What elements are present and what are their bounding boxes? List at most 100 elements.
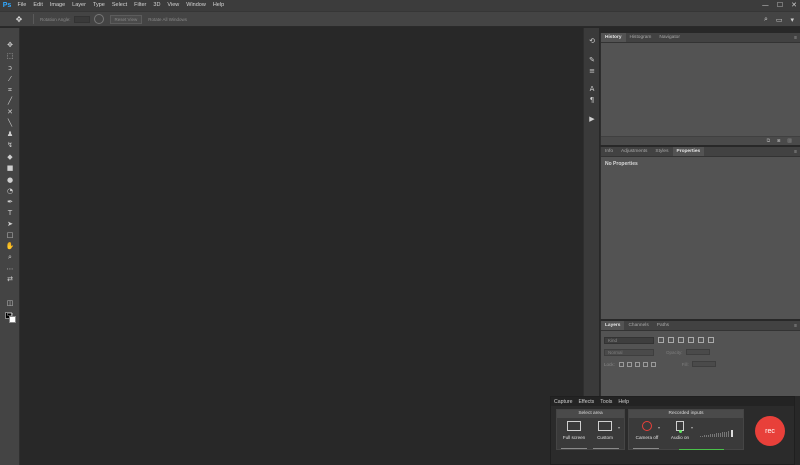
window-controls: — ☐ ✕: [762, 0, 797, 11]
rotate-all-windows-checkbox[interactable]: Rotate All Windows: [148, 17, 187, 22]
chevron-down-icon[interactable]: ▾: [790, 16, 794, 24]
type-tool-icon[interactable]: T: [4, 208, 16, 218]
tab-paths[interactable]: Paths: [653, 321, 673, 330]
trash-icon[interactable]: ▥: [787, 138, 792, 144]
menu-help[interactable]: Help: [209, 0, 227, 11]
character-panel-icon[interactable]: A: [586, 84, 598, 94]
zoom-tool-icon[interactable]: ⌕: [4, 252, 16, 262]
clone-stamp-tool-icon[interactable]: ♟: [4, 129, 16, 139]
fill-input[interactable]: [691, 361, 716, 367]
menu-3d[interactable]: 3D: [150, 0, 164, 11]
rec-button[interactable]: rec: [755, 416, 785, 446]
custom-area-chevron-icon[interactable]: ▾: [618, 425, 620, 430]
tab-navigator[interactable]: Navigator: [655, 33, 684, 42]
opacity-input[interactable]: [685, 349, 710, 355]
tools-panel: ✥ ⬚ ↄ ⁄ ⌗ ╱ ✕ ╲ ♟ ↯ ◆ ■ ● ◔ ✒ T ➤ □ ✋ ⌕ …: [0, 28, 20, 465]
menu-filter[interactable]: Filter: [131, 0, 150, 11]
eraser-tool-icon[interactable]: ◆: [4, 152, 16, 162]
tab-channels[interactable]: Channels: [624, 321, 652, 330]
camera-chevron-icon[interactable]: ▾: [658, 425, 660, 430]
rotate-view-tool-icon[interactable]: ✥: [11, 13, 27, 25]
filter-smart-object-icon[interactable]: [698, 337, 704, 343]
full-screen-label: Full screen: [562, 435, 586, 440]
brush-tool-icon[interactable]: ╲: [4, 118, 16, 128]
recorder-menu-tools[interactable]: Tools: [600, 399, 612, 405]
recorder-menu-capture[interactable]: Capture: [554, 399, 572, 405]
filter-shape-icon[interactable]: [688, 337, 694, 343]
filter-pixel-icon[interactable]: [658, 337, 664, 343]
filter-type-icon[interactable]: [678, 337, 684, 343]
lock-image-icon[interactable]: [626, 361, 632, 367]
gradient-tool-icon[interactable]: ■: [4, 163, 16, 173]
audio-level-meter[interactable]: [700, 430, 734, 438]
recorder-menu-help[interactable]: Help: [618, 399, 629, 405]
more-tools-icon[interactable]: ⋯: [4, 264, 16, 274]
lock-transparent-icon[interactable]: [618, 361, 624, 367]
filter-adjustment-icon[interactable]: [668, 337, 674, 343]
menu-window[interactable]: Window: [183, 0, 210, 11]
rotation-angle-input[interactable]: [73, 15, 90, 23]
move-tool-icon[interactable]: ✥: [4, 40, 16, 50]
panel-menu-icon[interactable]: ≡: [794, 321, 797, 331]
minimize-button[interactable]: —: [762, 0, 769, 11]
paragraph-panel-icon[interactable]: ¶: [586, 95, 598, 105]
menu-view[interactable]: View: [164, 0, 183, 11]
tab-histogram[interactable]: Histogram: [626, 33, 656, 42]
reset-view-button[interactable]: Reset View: [109, 14, 143, 24]
recorder-menu-effects[interactable]: Effects: [578, 399, 594, 405]
panel-menu-icon[interactable]: ≡: [794, 33, 797, 43]
no-properties-text: No Properties: [605, 161, 638, 167]
blend-mode-select[interactable]: Normal: [604, 348, 654, 356]
tab-history[interactable]: History: [601, 33, 626, 42]
close-button[interactable]: ✕: [791, 0, 797, 11]
new-document-from-state-icon[interactable]: ⧉: [767, 138, 771, 144]
lock-all-icon[interactable]: [650, 361, 656, 367]
menu-layer[interactable]: Layer: [69, 0, 90, 11]
menu-image[interactable]: Image: [46, 0, 68, 11]
swap-colors-icon[interactable]: ⇄: [4, 274, 16, 284]
menu-select[interactable]: Select: [108, 0, 130, 11]
custom-area-option[interactable]: Custom: [593, 421, 617, 440]
adjustments-panel-icon[interactable]: ≡: [586, 66, 598, 76]
panel-menu-icon[interactable]: ≡: [794, 147, 797, 157]
screen-mode-icon[interactable]: ▭: [4, 309, 16, 319]
marquee-tool-icon[interactable]: ⬚: [4, 51, 16, 61]
full-screen-option[interactable]: Full screen: [561, 421, 587, 440]
menu-file[interactable]: File: [14, 0, 30, 11]
eyedropper-tool-icon[interactable]: ╱: [4, 96, 16, 106]
hand-tool-icon[interactable]: ✋: [4, 241, 16, 251]
camera-toggle[interactable]: Camera off: [632, 421, 662, 440]
tab-info[interactable]: Info: [601, 147, 617, 156]
camera-icon[interactable]: ◙: [777, 138, 780, 144]
workspace-icon[interactable]: ▭: [776, 16, 783, 24]
magic-wand-tool-icon[interactable]: ⁄: [4, 74, 16, 84]
tab-adjustments[interactable]: Adjustments: [617, 147, 651, 156]
search-icon[interactable]: ⌕: [764, 16, 768, 24]
dodge-tool-icon[interactable]: ◔: [4, 186, 16, 196]
rectangle-tool-icon[interactable]: □: [4, 230, 16, 240]
path-selection-tool-icon[interactable]: ➤: [4, 219, 16, 229]
brush-panel-icon[interactable]: ✎: [586, 55, 598, 65]
history-brush-tool-icon[interactable]: ↯: [4, 140, 16, 150]
actions-play-icon[interactable]: ▶: [586, 114, 598, 124]
kind-filter-select[interactable]: Kind: [604, 336, 654, 344]
tab-properties[interactable]: Properties: [672, 147, 705, 156]
menu-edit[interactable]: Edit: [30, 0, 46, 11]
tab-layers[interactable]: Layers: [601, 321, 625, 330]
maximize-button[interactable]: ☐: [777, 0, 783, 11]
blur-tool-icon[interactable]: ●: [4, 175, 16, 185]
menu-type[interactable]: Type: [89, 0, 108, 11]
audio-chevron-icon[interactable]: ▾: [691, 425, 693, 430]
lasso-tool-icon[interactable]: ↄ: [4, 63, 16, 73]
quick-mask-icon[interactable]: ◫: [4, 298, 16, 308]
rotation-dial[interactable]: [93, 14, 104, 24]
history-panel-icon[interactable]: ⟲: [586, 36, 598, 46]
lock-artboard-icon[interactable]: [642, 361, 648, 367]
document-canvas-area[interactable]: [21, 28, 581, 465]
crop-tool-icon[interactable]: ⌗: [4, 85, 16, 95]
filter-toggle-icon[interactable]: [708, 337, 714, 343]
pen-tool-icon[interactable]: ✒: [4, 197, 16, 207]
lock-position-icon[interactable]: [634, 361, 640, 367]
healing-brush-tool-icon[interactable]: ✕: [4, 107, 16, 117]
tab-styles[interactable]: Styles: [651, 147, 672, 156]
